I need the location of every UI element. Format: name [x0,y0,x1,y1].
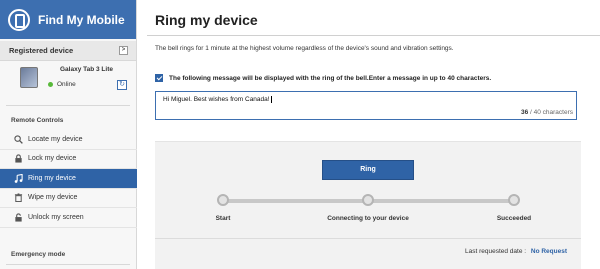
last-requested-label: Last requested date : [464,248,527,255]
main-content: Ring my device The bell rings for 1 minu… [137,0,600,269]
progress-node-succeeded [508,194,520,206]
sidebar-item-label: Locate my device [28,135,83,143]
sidebar-item-label: Wipe my device [28,194,78,202]
device-card[interactable]: Galaxy Tab 3 Lite Online ↻ [0,61,136,99]
message-option: The following message will be displayed … [155,74,491,82]
sidebar: Find My Mobile Registered device > Galax… [0,0,137,269]
last-requested-date: Last requested date : No Request [465,248,567,255]
last-requested-value: No Request [530,248,567,255]
sidebar-item-label: Unlock my screen [28,213,84,221]
sidebar-item-lock[interactable]: Lock my device [0,150,137,169]
ring-panel: Ring Start Connecting to your device Suc… [155,141,581,269]
sidebar-item-locate[interactable]: Locate my device [0,130,137,150]
text-caret [270,96,272,103]
expand-device-list-button[interactable]: > [119,46,128,55]
device-name: Galaxy Tab 3 Lite [60,66,113,73]
registered-device-header: Registered device > [0,41,136,61]
unlocked-padlock-icon [14,213,23,222]
progress-node-connecting [362,194,374,206]
brand-title: Find My Mobile [38,12,125,27]
music-note-icon [14,173,23,183]
panel-divider [155,238,581,239]
trash-icon [14,193,23,203]
remote-controls-label: Remote Controls [11,117,64,124]
message-text: Hi Miguel. Best wishes from Canada! [163,96,270,103]
registered-device-heading: Registered device [9,46,74,55]
message-option-label: The following message will be displayed … [169,74,492,82]
page-title: Ring my device [155,12,258,28]
find-my-mobile-logo-icon [8,8,30,31]
device-status: Online [48,81,76,88]
ring-button[interactable]: Ring [322,160,414,180]
progress-node-start [217,194,229,206]
refresh-device-button[interactable]: ↻ [117,80,127,90]
counter-suffix: / 40 characters [530,109,573,116]
sidebar-item-label: Lock my device [28,155,77,163]
character-counter: 36 / 40 characters [521,109,573,116]
counter-current: 36 [520,109,529,116]
step-label-start: Start [215,215,231,222]
step-label-succeeded: Succeeded [496,215,532,222]
emergency-mode-label: Emergency mode [11,251,66,258]
message-checkbox[interactable] [155,74,163,82]
remote-controls-menu: Locate my device Lock my device Ring my … [0,130,137,228]
title-divider [147,35,600,36]
step-label-connecting: Connecting to your device [327,215,409,222]
sidebar-divider [6,105,130,106]
online-status-dot-icon [48,82,53,87]
page-description: The bell rings for 1 minute at the highe… [155,45,454,52]
magnifier-icon [14,135,23,144]
device-status-text: Online [57,81,76,88]
sidebar-item-label: Ring my device [28,174,76,182]
message-textarea[interactable]: Hi Miguel. Best wishes from Canada! [155,91,577,120]
sidebar-item-unlock-screen[interactable]: Unlock my screen [0,208,137,228]
padlock-icon [14,154,23,163]
brand-header: Find My Mobile [0,0,136,39]
tablet-icon [20,67,38,88]
sidebar-divider [6,264,130,265]
sidebar-item-wipe[interactable]: Wipe my device [0,189,137,208]
sidebar-item-ring[interactable]: Ring my device [0,169,137,189]
